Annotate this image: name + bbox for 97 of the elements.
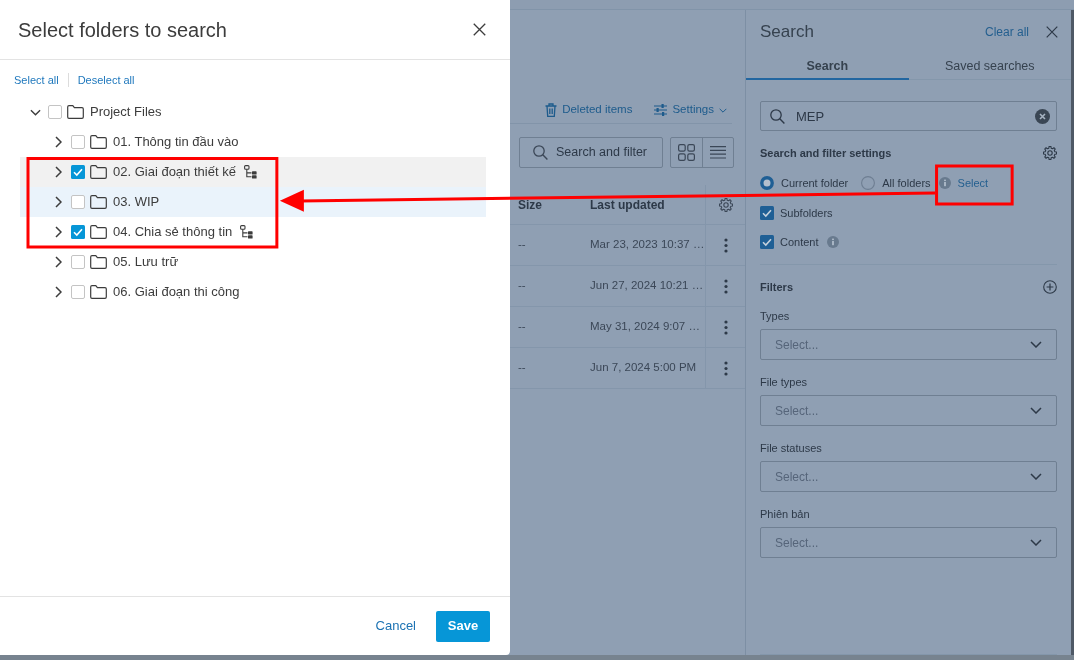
field-label: Types — [760, 309, 790, 323]
table-cell-text: Mar 23, 2023 10:37 … — [590, 237, 705, 253]
cancel-button[interactable]: Cancel — [375, 616, 416, 636]
panel-title: Search — [760, 22, 814, 42]
radio-button[interactable] — [861, 176, 876, 190]
folder-icon — [90, 195, 107, 209]
dropdown-field[interactable]: Select... — [760, 527, 1057, 558]
more-options-icon[interactable] — [723, 237, 728, 253]
folder-name: Project Files — [90, 104, 162, 120]
folder-name: 02. Giai đoạn thiết kế — [113, 164, 236, 180]
radio-label[interactable]: Current folder — [781, 174, 849, 192]
tree-row[interactable]: 04. Chia sẻ thông tin — [20, 217, 486, 247]
tree-row[interactable]: 01. Thông tin đầu vào — [20, 127, 486, 157]
checkbox[interactable] — [48, 105, 62, 119]
close-icon[interactable] — [473, 23, 486, 36]
folder-name: 04. Chia sẻ thông tin — [113, 224, 233, 240]
section-heading: Filters — [760, 279, 793, 295]
checkbox[interactable] — [760, 206, 774, 220]
search-filter-button[interactable]: Search and filter — [519, 137, 663, 168]
tab[interactable]: Saved searches — [908, 55, 1071, 80]
radio-label[interactable]: All folders — [882, 174, 931, 192]
deleted-items-button[interactable]: Deleted items — [545, 102, 633, 118]
settings-icon[interactable] — [1043, 146, 1057, 160]
checkbox[interactable] — [71, 285, 85, 299]
tree-row[interactable]: 02. Giai đoạn thiết kế — [20, 157, 486, 187]
more-options-icon[interactable] — [723, 278, 728, 294]
bulk-select-link[interactable]: Deselect all — [77, 73, 135, 87]
tree-row[interactable]: Project Files — [20, 97, 486, 127]
search-icon — [533, 145, 548, 160]
section-heading: Search and filter settings — [760, 145, 892, 161]
folder-name: 01. Thông tin đầu vào — [113, 134, 239, 150]
chevron-down-icon[interactable] — [1030, 539, 1042, 546]
checkbox-label[interactable]: Content — [780, 233, 819, 251]
checkbox[interactable] — [71, 255, 85, 269]
checkbox[interactable] — [71, 225, 85, 239]
more-options-icon[interactable] — [723, 360, 728, 376]
table-cell-text: -- — [518, 319, 526, 335]
table-cell-text: -- — [518, 278, 526, 294]
field-label: File types — [760, 375, 808, 389]
search-field[interactable]: MEP — [760, 101, 1057, 131]
chevron-down-icon[interactable] — [1030, 407, 1042, 414]
checkbox-label[interactable]: Subfolders — [780, 204, 833, 222]
clear-icon[interactable] — [1035, 108, 1050, 124]
chevron-down-icon[interactable] — [30, 108, 41, 116]
checkbox[interactable] — [71, 135, 85, 149]
settings-menu-button[interactable]: Settings — [654, 102, 727, 118]
column-header[interactable]: Last updated — [590, 195, 665, 214]
chevron-right-icon[interactable] — [55, 136, 62, 148]
table-cell-text: Jun 7, 2024 5:00 PM — [590, 360, 697, 376]
chevron-down-icon[interactable] — [1030, 473, 1042, 480]
folder-name: 03. WIP — [113, 194, 160, 210]
field-label: Phiên bản — [760, 507, 810, 521]
folder-name: 05. Lưu trữ — [113, 254, 179, 270]
folder-icon — [90, 135, 107, 149]
search-icon — [770, 109, 785, 124]
chevron-right-icon[interactable] — [55, 286, 62, 298]
grid-icon — [678, 144, 695, 161]
table-cell-text: May 31, 2024 9:07 … — [590, 319, 700, 335]
tree-row[interactable]: 03. WIP — [20, 187, 486, 217]
settings-icon[interactable] — [718, 197, 733, 212]
checkbox[interactable] — [760, 235, 774, 249]
table-cell-text: -- — [518, 360, 526, 376]
checkbox[interactable] — [71, 195, 85, 209]
column-header[interactable]: Size — [518, 195, 542, 214]
chevron-right-icon[interactable] — [55, 166, 62, 178]
list-icon — [710, 146, 726, 159]
more-options-icon[interactable] — [723, 319, 728, 335]
dropdown-field[interactable]: Select... — [760, 395, 1057, 426]
dialog-title: Select folders to search — [18, 17, 227, 42]
folder-icon — [90, 225, 107, 239]
caret-icon — [719, 107, 727, 113]
checkbox[interactable] — [71, 165, 85, 179]
folder-icon — [67, 105, 84, 119]
chevron-right-icon[interactable] — [55, 226, 62, 238]
field-label: File statuses — [760, 441, 822, 455]
trash-icon — [545, 103, 558, 117]
save-button[interactable]: Save — [436, 610, 490, 642]
add-filter-icon[interactable] — [1043, 280, 1057, 294]
tab[interactable]: Search — [746, 55, 909, 80]
folder-name: 06. Giai đoạn thi công — [113, 284, 240, 300]
chevron-right-icon[interactable] — [55, 196, 62, 208]
folder-icon — [90, 285, 107, 299]
folder-icon — [90, 255, 107, 269]
table-cell-text: -- — [518, 237, 526, 253]
radio-button[interactable] — [760, 176, 774, 190]
sliders-icon — [654, 104, 668, 116]
tree-row[interactable]: 05. Lưu trữ — [20, 247, 486, 277]
tree-row[interactable]: 06. Giai đoạn thi công — [20, 277, 486, 307]
chevron-right-icon[interactable] — [55, 256, 62, 268]
folder-icon — [90, 165, 107, 179]
dropdown-field[interactable]: Select... — [760, 329, 1057, 360]
chevron-down-icon[interactable] — [1030, 341, 1042, 348]
bulk-select-link[interactable]: Select all — [14, 73, 59, 87]
clear-all-link[interactable]: Clear all — [985, 23, 1029, 41]
select-link[interactable]: Select — [957, 174, 989, 192]
dropdown-field[interactable]: Select... — [760, 461, 1057, 492]
table-cell-text: Jun 27, 2024 10:21 … — [590, 278, 704, 294]
